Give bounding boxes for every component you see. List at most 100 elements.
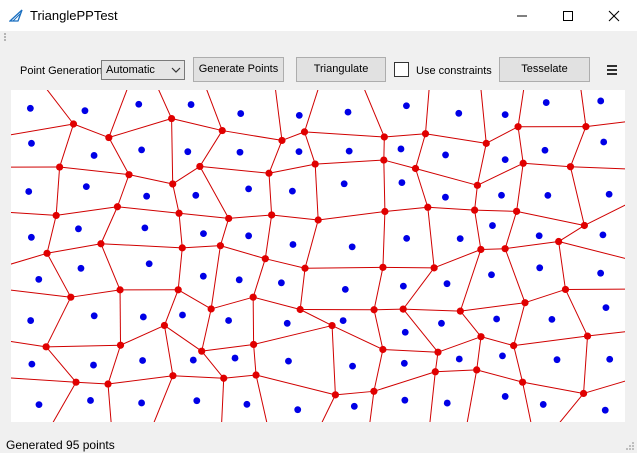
input-point <box>600 138 608 146</box>
voronoi-vertex <box>207 305 215 313</box>
input-point <box>535 232 543 240</box>
voronoi-vertex <box>43 249 51 257</box>
voronoi-edge <box>460 302 526 312</box>
voronoi-vertex <box>300 128 309 136</box>
voronoi-vertex <box>431 368 439 376</box>
input-point <box>26 104 34 112</box>
voronoi-vertex <box>42 343 50 351</box>
voronoi-vertex <box>218 126 226 135</box>
voronoi-edge <box>331 325 384 350</box>
input-point <box>438 319 445 327</box>
input-point <box>90 152 98 159</box>
voronoi-edge <box>402 308 439 353</box>
voronoi-edge <box>107 345 121 385</box>
voronoi-edge <box>107 375 173 385</box>
input-point <box>77 264 85 272</box>
voronoi-edge <box>50 381 77 427</box>
voronoi-edge <box>164 325 202 352</box>
voronoi-edge <box>108 137 130 175</box>
voronoi-vertex <box>514 123 522 131</box>
input-point <box>401 328 409 336</box>
voronoi-edge <box>268 163 316 174</box>
voronoi-edge <box>199 166 230 219</box>
input-point <box>398 179 406 186</box>
input-point <box>601 406 609 414</box>
voronoi-edge <box>6 340 47 348</box>
input-point <box>489 222 496 229</box>
voronoi-edge <box>268 173 273 216</box>
input-point <box>544 191 552 199</box>
voronoi-edge <box>6 289 71 298</box>
voronoi-vertex <box>104 380 112 388</box>
input-point <box>340 180 348 188</box>
chevron-down-icon <box>171 67 181 73</box>
input-point <box>295 111 303 119</box>
point-generation-label: Point Generation <box>20 65 103 77</box>
size-grip-icon[interactable] <box>625 441 635 451</box>
voronoi-edge <box>55 167 61 216</box>
voronoi-edge <box>253 296 301 310</box>
voronoi-edge <box>402 267 435 310</box>
maximize-button[interactable] <box>545 0 591 31</box>
voronoi-edge <box>565 289 588 337</box>
voronoi-edge <box>107 383 112 427</box>
voronoi-edge <box>6 123 74 136</box>
voronoi-plot <box>6 85 630 427</box>
voronoi-vertex <box>380 133 388 141</box>
voronoi-vertex <box>582 123 590 131</box>
input-point <box>349 362 356 370</box>
voronoi-edge <box>368 391 375 427</box>
voronoi-edge <box>156 85 173 119</box>
voronoi-vertex <box>196 162 204 171</box>
triangulate-button[interactable]: Triangulate <box>296 57 386 82</box>
voronoi-edge <box>474 185 478 211</box>
minimize-button[interactable] <box>499 0 545 31</box>
voronoi-edge <box>314 164 319 221</box>
voronoi-vertex <box>424 203 432 211</box>
input-point <box>81 107 89 115</box>
voronoi-edge <box>373 349 384 392</box>
use-constraints-checkbox[interactable] <box>394 62 409 77</box>
voronoi-edge <box>222 130 283 141</box>
voronoi-vertex <box>261 255 269 263</box>
voronoi-edge <box>374 308 404 311</box>
voronoi-edge <box>558 241 566 290</box>
voronoi-vertex <box>175 209 183 217</box>
voronoi-edge <box>305 266 383 269</box>
voronoi-edge <box>281 131 305 141</box>
drawing-canvas[interactable] <box>6 85 630 427</box>
tesselate-button[interactable]: Tesselate <box>499 57 590 82</box>
voronoi-vertex <box>116 341 125 349</box>
voronoi-edge <box>201 308 212 352</box>
voronoi-edge <box>480 85 487 144</box>
close-button[interactable] <box>591 0 637 31</box>
input-point <box>138 146 145 154</box>
voronoi-edge <box>373 371 436 392</box>
point-generation-value: Automatic <box>106 64 155 76</box>
input-point <box>141 224 149 232</box>
grip-icon[interactable] <box>3 32 9 42</box>
generate-points-button[interactable]: Generate Points <box>193 57 284 82</box>
input-point <box>243 400 251 408</box>
voronoi-vertex <box>220 374 228 382</box>
input-point <box>541 146 549 154</box>
voronoi-edge <box>480 336 514 347</box>
voronoi-edge <box>199 130 223 167</box>
voronoi-edge <box>177 289 212 310</box>
voronoi-edge <box>569 126 587 167</box>
voronoi-edge <box>299 268 306 310</box>
minimize-icon <box>517 15 527 16</box>
voronoi-edge <box>427 206 475 211</box>
voronoi-edge <box>517 126 524 164</box>
voronoi-vertex <box>67 293 75 301</box>
voronoi-edge <box>558 225 585 242</box>
voronoi-edge <box>172 183 180 214</box>
voronoi-edge <box>43 85 74 125</box>
point-generation-select[interactable]: Automatic <box>101 60 185 80</box>
input-point <box>245 232 253 240</box>
input-point <box>192 191 200 199</box>
voronoi-edge <box>210 245 221 310</box>
menu-icon[interactable] <box>605 63 619 77</box>
voronoi-edge <box>522 381 584 394</box>
input-point <box>285 357 292 365</box>
